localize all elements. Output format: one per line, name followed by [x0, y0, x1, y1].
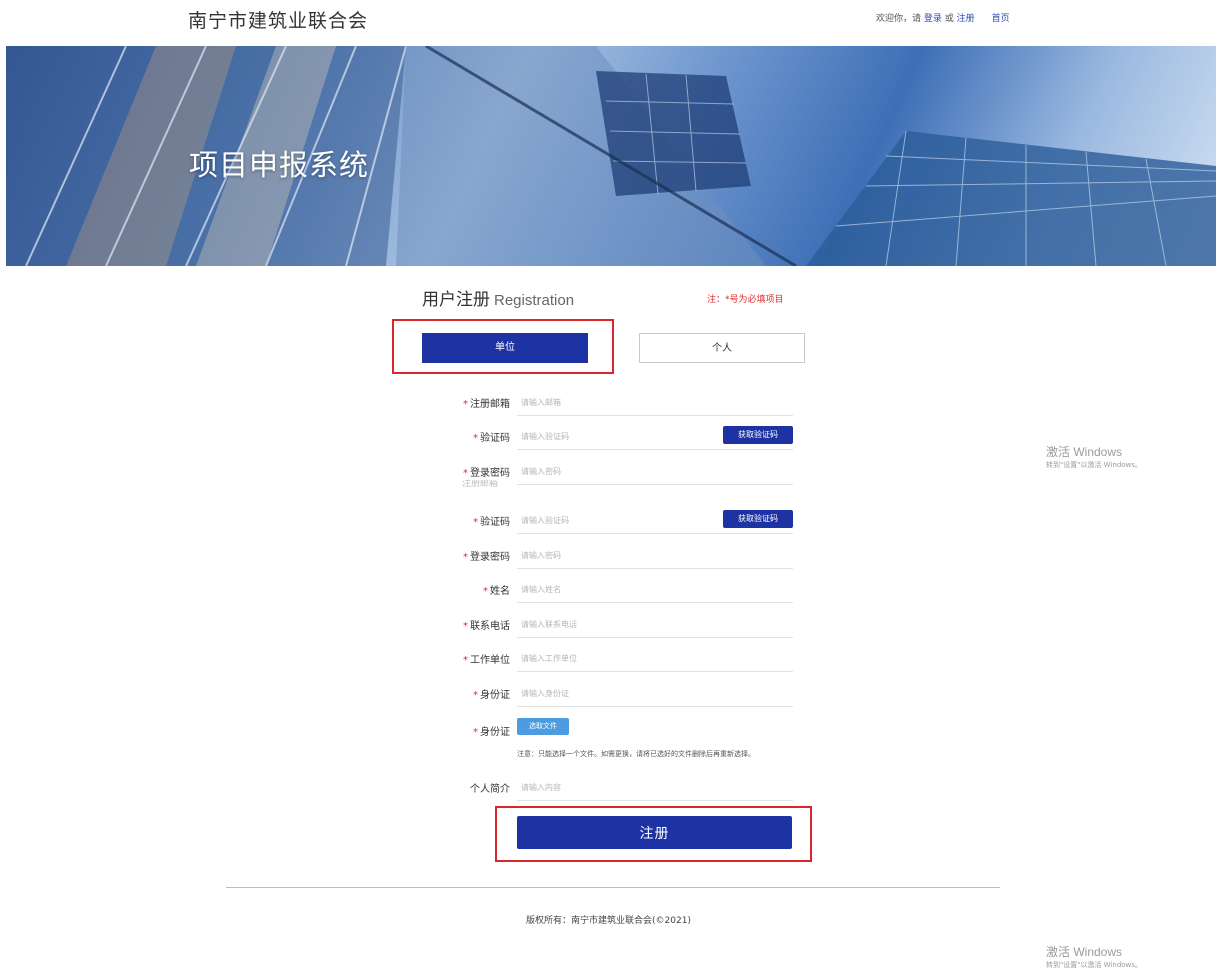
registration-heading: 用户注册 Registration [422, 285, 574, 310]
top-links: 欢迎你，请 登录 或 注册 首页 [876, 11, 1010, 24]
form-row-phone: * 联系电话 [400, 612, 800, 638]
field-label: * 注册邮箱 [463, 399, 510, 410]
workplace-input[interactable] [517, 646, 793, 672]
top-bar: 南宁市建筑业联合会 欢迎你，请 登录 或 注册 首页 [0, 0, 1217, 46]
overlapped-label-fragment: 注册邮箱 [462, 480, 499, 487]
password-input[interactable] [517, 459, 793, 485]
windows-activation-watermark: 激活 Windows 转到"设置"以激活 Windows。 [1046, 445, 1142, 469]
welcome-text: 欢迎你，请 [876, 14, 922, 24]
form-row-id-number: * 身份证 [400, 681, 800, 707]
form-row-password: * 登录密码 [400, 459, 800, 485]
home-link[interactable]: 首页 [992, 14, 1010, 24]
banner-title: 项目申报系统 [189, 148, 370, 182]
field-label: * 联系电话 [463, 621, 510, 632]
choose-file-button[interactable]: 选取文件 [517, 718, 569, 735]
registration-heading-cn: 用户注册 [422, 290, 490, 310]
name-input[interactable] [517, 577, 793, 603]
or-text: 或 [944, 14, 954, 24]
get-code-button-2[interactable]: 获取验证码 [723, 510, 793, 528]
form-row-workplace: * 工作单位 [400, 646, 800, 672]
field-label: * 工作单位 [463, 655, 510, 666]
password-input-2[interactable] [517, 543, 793, 569]
form-row-code-2: *验证码 获取验证码 [400, 508, 800, 534]
id-number-input[interactable] [517, 681, 793, 707]
tab-person[interactable]: 个人 [639, 333, 805, 363]
bio-input[interactable] [517, 775, 793, 801]
form-row-bio: 个人简介 [400, 775, 800, 801]
form-row-id-file: * 身份证 选取文件 [400, 718, 800, 744]
banner-building-graphic [6, 46, 1216, 266]
get-code-button[interactable]: 获取验证码 [723, 426, 793, 444]
form-row-name: * 姓名 [400, 577, 800, 603]
field-label: 个人简介 [470, 784, 510, 795]
tab-unit[interactable]: 单位 [422, 333, 588, 363]
email-input[interactable] [517, 390, 793, 416]
file-upload-note: 注意：只能选择一个文件。如需更换，请将已选好的文件删除后再重新选择。 [517, 750, 755, 758]
site-title: 南宁市建筑业联合会 [188, 10, 369, 32]
form-row-email: * 注册邮箱 [400, 390, 800, 416]
field-label: * 身份证 [473, 690, 510, 701]
footer-divider [226, 887, 1000, 888]
windows-activation-watermark-2: 激活 Windows 转到"设置"以激活 Windows。 [1046, 945, 1142, 968]
field-label: * 姓名 [483, 586, 510, 597]
field-label: * 登录密码 [463, 468, 510, 479]
field-label: * 登录密码 [463, 552, 510, 563]
field-label: * 验证码 [473, 517, 510, 528]
required-note: 注：*号为必填项目 [707, 295, 784, 305]
register-submit-button[interactable]: 注册 [517, 816, 792, 849]
field-label: * 验证码 [473, 433, 510, 444]
footer-copyright: 版权所有：南宁市建筑业联合会(©2021) [526, 916, 691, 926]
registration-heading-en: Registration [494, 292, 575, 309]
form-row-password-2: * 登录密码 [400, 543, 800, 569]
login-link[interactable]: 登录 [924, 14, 942, 24]
phone-input[interactable] [517, 612, 793, 638]
form-row-code: *验证码 获取验证码 [400, 424, 800, 450]
register-link[interactable]: 注册 [957, 14, 975, 24]
hero-banner: 项目申报系统 [6, 46, 1216, 266]
field-label: * 身份证 [473, 727, 510, 738]
